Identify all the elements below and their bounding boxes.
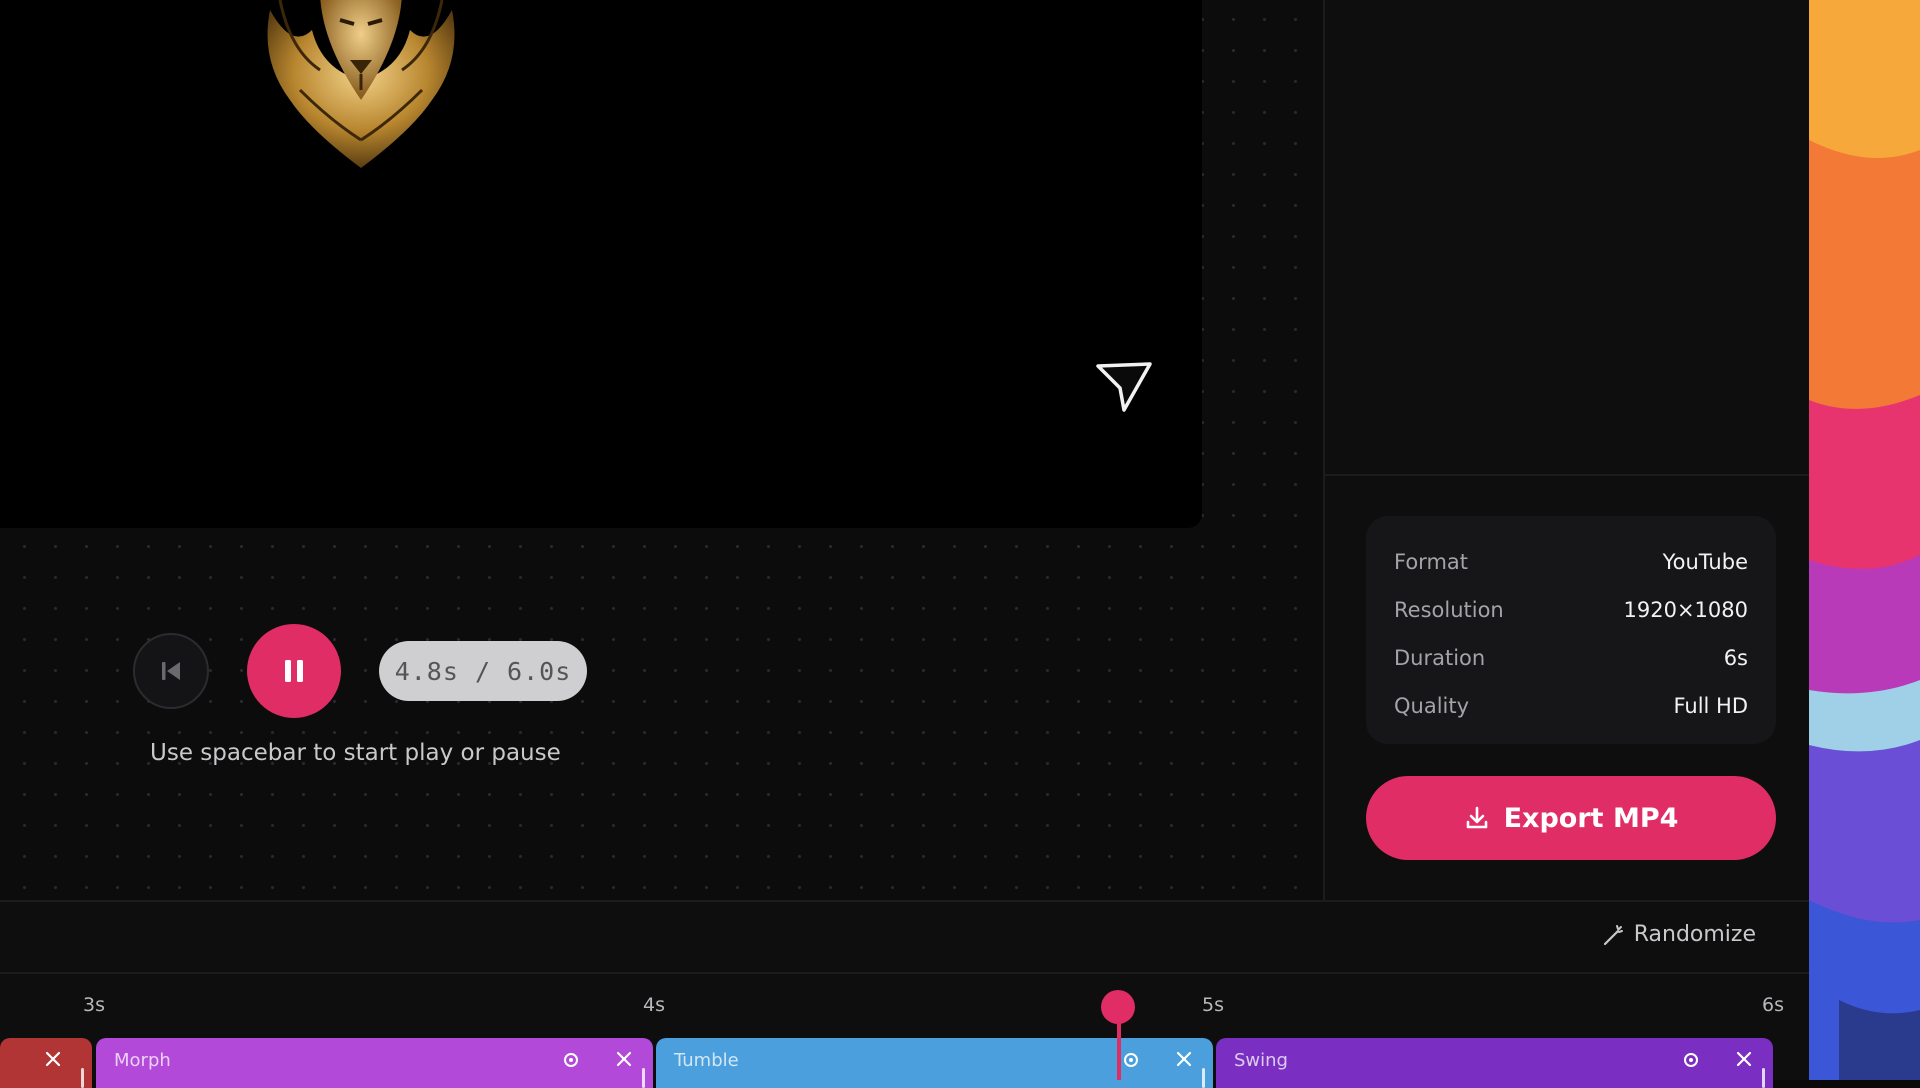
clip-label: Swing	[1234, 1050, 1288, 1071]
timeline-toolbar: Randomize	[0, 902, 1809, 974]
settings-icon[interactable]	[561, 1050, 581, 1070]
wallpaper-waves	[1809, 0, 1920, 1080]
export-sidebar: Format YouTube Resolution 1920×1080 Dura…	[1323, 0, 1809, 900]
export-info-card: Format YouTube Resolution 1920×1080 Dura…	[1366, 516, 1776, 744]
download-icon	[1466, 806, 1487, 829]
settings-icon[interactable]	[1121, 1050, 1141, 1070]
info-row-resolution: Resolution 1920×1080	[1394, 586, 1748, 634]
info-key: Format	[1394, 550, 1469, 574]
clip-resize-handle[interactable]	[81, 1068, 84, 1088]
close-icon[interactable]	[1735, 1050, 1753, 1068]
tick-label: 4s	[643, 994, 665, 1016]
playback-controls: 4.8s / 6.0s	[133, 624, 587, 718]
close-icon[interactable]	[615, 1050, 633, 1068]
info-value: 6s	[1723, 646, 1748, 670]
lion-logo-icon	[267, 0, 455, 168]
pause-icon	[285, 660, 303, 682]
info-key: Duration	[1394, 646, 1486, 670]
info-row-format: Format YouTube	[1394, 538, 1748, 586]
clip-label: Tumble	[674, 1050, 739, 1071]
tick-label: 3s	[83, 994, 105, 1016]
time-display: 4.8s / 6.0s	[379, 641, 587, 701]
export-mp4-button[interactable]: Export MP4	[1366, 776, 1776, 860]
clip-resize-handle[interactable]	[1202, 1068, 1205, 1088]
info-value: 1920×1080	[1623, 598, 1748, 622]
info-row-duration: Duration 6s	[1394, 634, 1748, 682]
randomize-button[interactable]: Randomize	[1602, 922, 1756, 947]
preview-area: 4.8s / 6.0s Use spacebar to start play o…	[0, 0, 1323, 900]
pause-button[interactable]	[247, 624, 341, 718]
timeline-panel: Randomize 3s 4s 5s 6s Morph Tumble Swing	[0, 900, 1809, 1088]
tick-label: 6s	[1762, 994, 1784, 1016]
clip-swing[interactable]: Swing	[1216, 1038, 1773, 1088]
clip-tumble[interactable]: Tumble	[656, 1038, 1213, 1088]
playhead-handle[interactable]	[1101, 990, 1135, 1024]
send-cursor-icon	[1096, 362, 1152, 412]
desktop-wallpaper	[1809, 0, 1920, 1080]
close-icon[interactable]	[44, 1050, 62, 1068]
clip-resize-handle[interactable]	[1762, 1068, 1765, 1088]
info-row-quality: Quality Full HD	[1394, 682, 1748, 730]
settings-icon[interactable]	[1681, 1050, 1701, 1070]
animation-track: Morph Tumble Swing	[0, 1038, 1809, 1088]
tick-label: 5s	[1202, 994, 1224, 1016]
info-value: Full HD	[1673, 694, 1748, 718]
clip-morph[interactable]: Morph	[96, 1038, 653, 1088]
video-canvas	[0, 0, 1202, 528]
time-ruler[interactable]: 3s 4s 5s 6s	[0, 976, 1809, 1034]
info-key: Resolution	[1394, 598, 1504, 622]
clip-previous[interactable]	[0, 1038, 92, 1088]
clip-label: Morph	[114, 1050, 171, 1071]
sidebar-empty-region	[1325, 0, 1809, 476]
playback-hint: Use spacebar to start play or pause	[150, 740, 561, 766]
close-icon[interactable]	[1175, 1050, 1193, 1068]
info-value: YouTube	[1662, 550, 1748, 574]
skip-to-start-button[interactable]	[133, 633, 209, 709]
info-key: Quality	[1394, 694, 1470, 718]
wand-icon	[1603, 924, 1623, 945]
clip-resize-handle[interactable]	[642, 1068, 645, 1088]
app-window: 4.8s / 6.0s Use spacebar to start play o…	[0, 0, 1809, 1088]
export-label: Export MP4	[1503, 802, 1679, 834]
randomize-label: Randomize	[1633, 922, 1756, 947]
skip-back-icon	[162, 662, 180, 680]
